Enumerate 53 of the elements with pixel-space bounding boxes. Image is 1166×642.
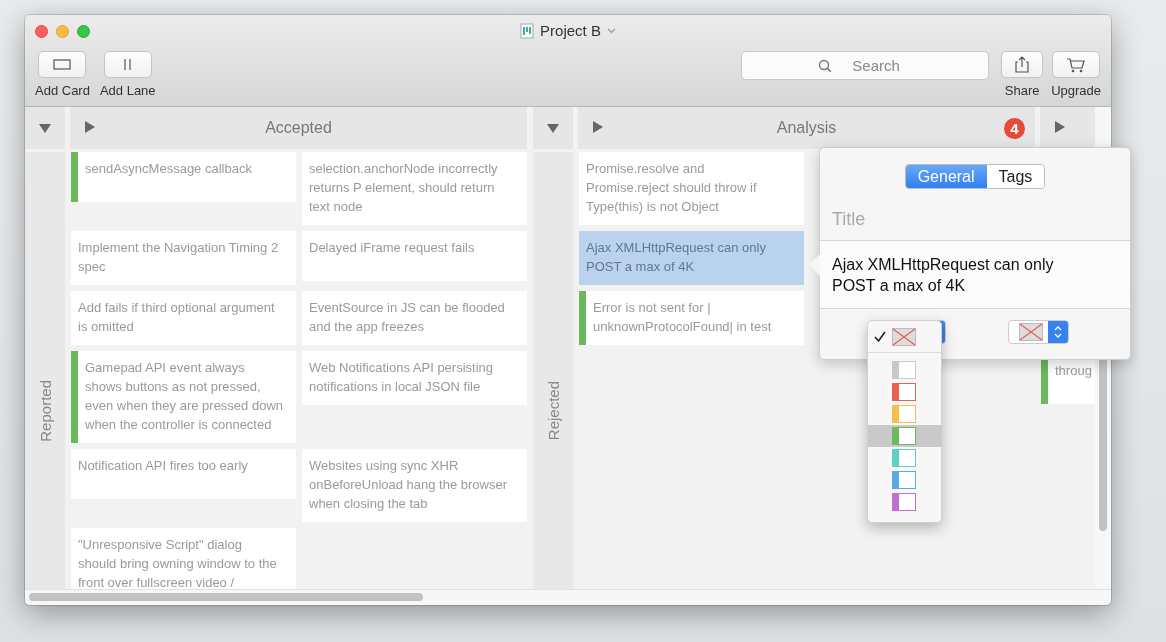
card-button[interactable]: [38, 51, 87, 78]
color-popup-button[interactable]: [1008, 320, 1069, 344]
tab[interactable]: General: [905, 165, 987, 188]
card[interactable]: Ajax XMLHttpRequest can only POST a max of 4K: [579, 231, 804, 285]
card[interactable]: Promise.resolve and Promise.reject should throw if Type(this) is not Object: [579, 152, 804, 225]
card[interactable]: Notification API fires too early: [71, 449, 296, 499]
toolbar-label: Add Lane: [99, 83, 156, 98]
no-color-icon: [1019, 323, 1043, 341]
card[interactable]: Implement the Navigation Timing 2 spec: [71, 231, 296, 285]
collapse-icon[interactable]: [38, 121, 52, 135]
share-icon: [1015, 56, 1030, 73]
zoom-button[interactable]: [77, 24, 90, 38]
document-icon: [520, 22, 535, 39]
columns-icon: [123, 59, 133, 70]
collapse-icon[interactable]: [546, 121, 560, 135]
chevron-icon[interactable]: [606, 27, 616, 34]
expand-icon[interactable]: [84, 120, 96, 134]
checkmark-icon: [874, 331, 886, 343]
search-field[interactable]: Search: [741, 51, 990, 80]
card[interactable]: Add fails if third optional argument is omitted: [71, 291, 296, 345]
card[interactable]: sendAsyncMessage callback: [71, 152, 296, 202]
horizontal-scrollbar[interactable]: [29, 593, 423, 601]
cart-button[interactable]: [1052, 51, 1101, 78]
lane-title: Analysis: [776, 119, 837, 137]
lane-button[interactable]: [103, 51, 152, 78]
card[interactable]: Delayed iFrame request fails: [302, 231, 527, 281]
rectangle-icon: [53, 59, 72, 70]
close-button[interactable]: [35, 24, 48, 38]
card[interactable]: Web Notifications API persisting notifications in local JSON file: [302, 351, 527, 405]
expand-icon[interactable]: [1054, 120, 1066, 134]
card[interactable]: EventSource in JS can be flooded and the app freezes: [302, 291, 527, 345]
lane-title: Accepted: [265, 119, 332, 137]
minimize-button[interactable]: [56, 24, 69, 38]
share-button[interactable]: [1001, 51, 1044, 78]
count-badge: 4: [1004, 118, 1025, 139]
card[interactable]: Error is not sent for | unknownProtocolFound| in test: [579, 291, 804, 345]
menu-item[interactable]: [868, 425, 941, 447]
expand-icon[interactable]: [592, 120, 604, 134]
stepper-icon: [1053, 325, 1063, 339]
window-title: Project B: [540, 22, 601, 39]
card[interactable]: selection.anchorNode incorrectly returns P element, should return text node: [302, 152, 527, 225]
swimlane-label: Reported: [36, 379, 54, 442]
toolbar-label: Upgrade: [1051, 83, 1101, 98]
cart-icon: [1066, 56, 1087, 73]
toolbar-label: Add Card: [35, 83, 90, 98]
swimlane-label: Rejected: [544, 380, 562, 441]
toolbar-label: Share: [1004, 83, 1040, 98]
title-field[interactable]: Ajax XMLHttpRequest can only POST a max of 4K: [820, 241, 1130, 309]
card[interactable]: Websites using sync XHR onBeforeUnload hang the browser when closing the tab: [302, 449, 527, 522]
no-color-icon: [892, 328, 916, 346]
search-icon: [818, 59, 833, 73]
card[interactable]: Gamepad API event always shows buttons as not pressed, even when they are pressed down when the controller is connected: [71, 351, 296, 443]
card[interactable]: "Unresponsive Script" dialog should bring owning window to the front over fullscreen video /: [71, 528, 296, 589]
